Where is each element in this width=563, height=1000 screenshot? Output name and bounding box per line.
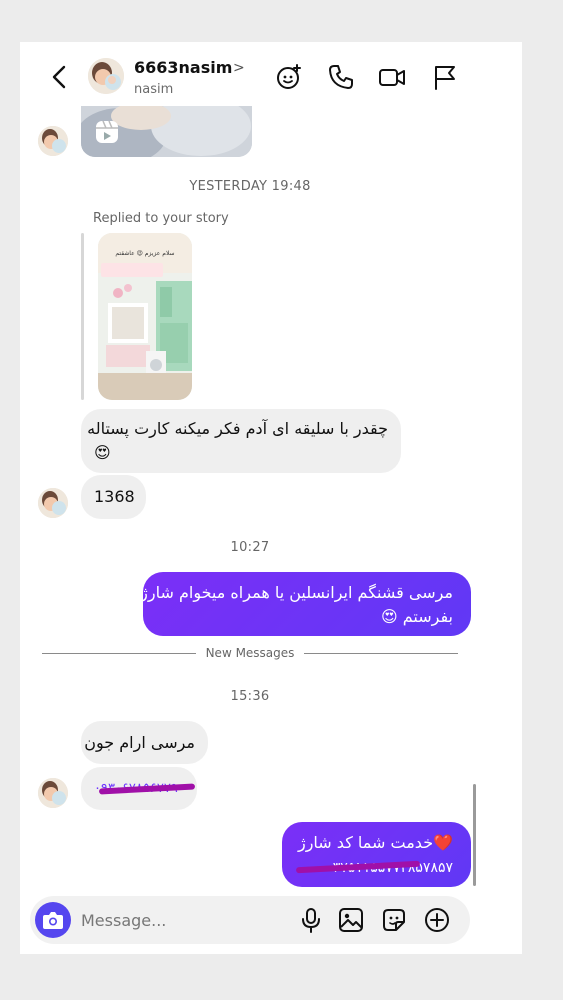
message-text: بفرستم: [402, 607, 453, 626]
incoming-message-bubble[interactable]: چقدر با سلیقه ای آدم فکر میکنه کارت پستا…: [81, 409, 401, 473]
sparkle-face-icon: [275, 64, 303, 95]
camera-icon: [42, 910, 64, 934]
header-avatar[interactable]: [88, 58, 124, 94]
new-messages-divider: New Messages: [205, 646, 295, 660]
story-thumbnail[interactable]: سلام عزیزم 😍 عاشقتم: [98, 233, 192, 400]
chevron-left-icon: [46, 65, 74, 96]
chevron-right-icon[interactable]: >: [233, 60, 245, 76]
reel-icon: [94, 119, 120, 149]
more-button[interactable]: [423, 906, 451, 934]
incoming-message-bubble[interactable]: 1368: [81, 475, 146, 519]
message-text: مرسی قشنگم ایرانسلین یا همراه میخوام شار…: [140, 583, 453, 602]
call-button[interactable]: [327, 63, 355, 91]
contact-username[interactable]: 6663nasim: [134, 58, 232, 77]
dm-screen: 6663nasim > nasim YESTERDAY 19:48 Replie…: [20, 42, 522, 954]
gallery-icon: [337, 908, 365, 938]
message-text: خدمت شما کد شارژ: [297, 833, 434, 852]
plus-circle-icon: [423, 908, 451, 938]
contact-handle: nasim: [134, 82, 174, 97]
message-composer: [30, 896, 470, 944]
video-call-button[interactable]: [378, 63, 406, 91]
sender-avatar[interactable]: [38, 778, 68, 808]
sticker-icon: [380, 909, 408, 938]
divider-line-left: [42, 653, 196, 654]
outgoing-message-bubble[interactable]: مرسی قشنگم ایرانسلین یا همراه میخوام شار…: [140, 572, 471, 636]
message-text-line1: ❤️خدمت شما کد شارژ: [298, 831, 453, 855]
replied-to-story-label: Replied to your story: [93, 211, 229, 226]
microphone-icon: [297, 908, 325, 938]
message-emoji: 😍: [94, 443, 111, 462]
phone-icon: [327, 65, 355, 95]
incoming-message-bubble[interactable]: ۰۹۳۰۶۷۸۵۶۷۷۹: [81, 767, 197, 810]
effects-button[interactable]: [275, 63, 303, 91]
shared-reel-thumbnail[interactable]: [81, 106, 252, 157]
message-input[interactable]: [81, 904, 281, 936]
message-emoji: 😍: [380, 607, 398, 626]
timestamp: 15:36: [230, 689, 270, 704]
timestamp: 10:27: [230, 540, 270, 555]
incoming-message-bubble[interactable]: مرسی ارام جون: [81, 721, 208, 764]
outgoing-message-bubble[interactable]: ❤️خدمت شما کد شارژ ۳۷۵۱۱۵۵۷۷۳۸۵۷۸۵۷: [282, 822, 471, 887]
camera-button[interactable]: [35, 902, 71, 938]
divider-line-right: [304, 653, 458, 654]
heart-emoji: ❤️: [433, 833, 453, 852]
chat-header: 6663nasim > nasim: [20, 42, 522, 110]
sender-avatar[interactable]: [38, 488, 68, 518]
message-text: مرسی ارام جون: [84, 733, 195, 752]
story-caption: سلام عزیزم 😍 عاشقتم: [115, 250, 175, 257]
message-text: 1368: [94, 487, 135, 506]
message-text-line2: بفرستم 😍: [381, 605, 453, 629]
report-button[interactable]: [431, 63, 459, 91]
reply-indicator-bar: [81, 233, 84, 400]
back-button[interactable]: [46, 62, 74, 92]
gallery-button[interactable]: [337, 906, 365, 934]
voice-message-button[interactable]: [297, 906, 325, 934]
scrollbar-thumb[interactable]: [473, 784, 476, 886]
sender-avatar[interactable]: [38, 126, 68, 156]
message-text: چقدر با سلیقه ای آدم فکر میکنه کارت پستا…: [87, 419, 388, 438]
sticker-button[interactable]: [380, 906, 408, 934]
video-camera-icon: [378, 69, 406, 95]
flag-icon: [431, 66, 459, 95]
timestamp: YESTERDAY 19:48: [189, 179, 311, 194]
